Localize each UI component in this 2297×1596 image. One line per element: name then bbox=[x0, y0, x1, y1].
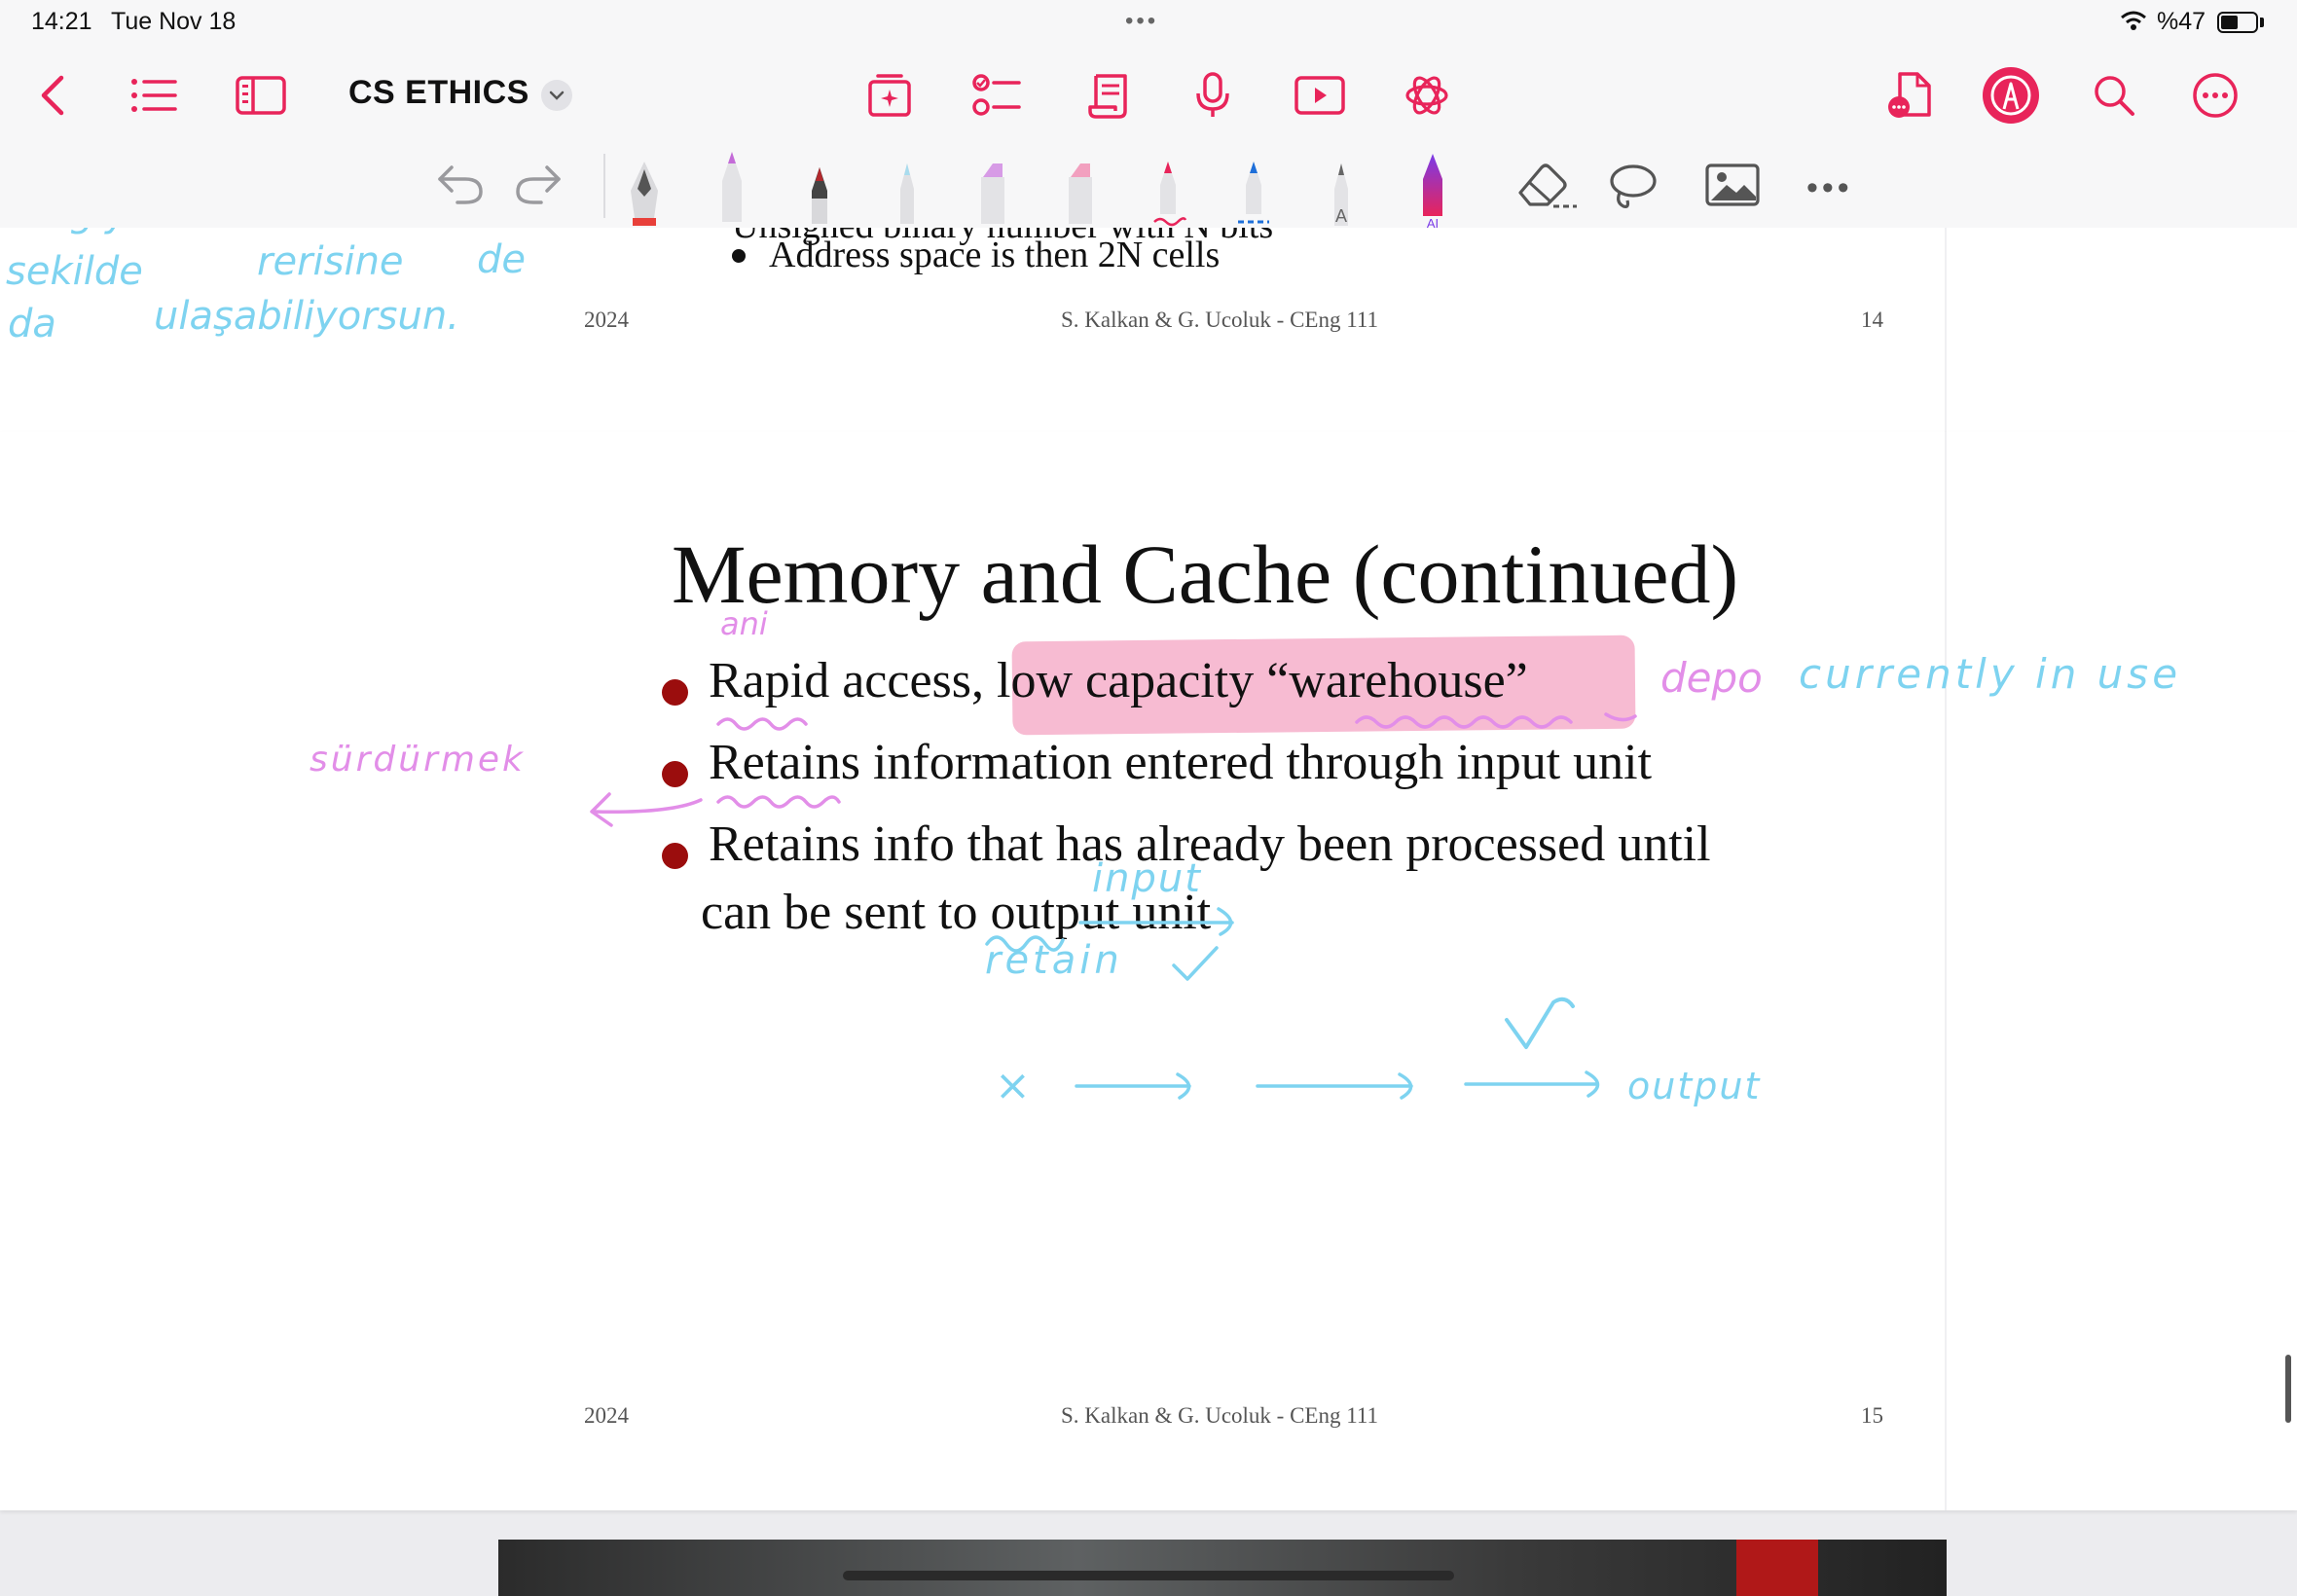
nav-bar: CS ETHICS bbox=[0, 45, 2297, 145]
wifi-icon bbox=[2120, 10, 2147, 36]
text-tool-icon[interactable]: A bbox=[1312, 150, 1370, 228]
drawing-toolbar: A AI ••• bbox=[0, 144, 2297, 229]
next-page-preview[interactable] bbox=[498, 1540, 1947, 1596]
list-icon[interactable] bbox=[125, 66, 183, 125]
status-bar: 14:21 Tue Nov 18 ••• %47 bbox=[0, 0, 2297, 45]
handwritten-note: bilgiyi similar o bbox=[23, 228, 318, 236]
sidebar-icon[interactable] bbox=[232, 66, 290, 125]
home-indicator[interactable] bbox=[843, 1571, 1454, 1580]
document-title[interactable]: CS ETHICS bbox=[348, 74, 529, 112]
handwritten-note: de bbox=[477, 237, 526, 282]
chevron-down-icon[interactable] bbox=[541, 80, 572, 111]
slide14-bullet: Address space is then 2N cells bbox=[769, 235, 1221, 275]
svg-text:A: A bbox=[1335, 206, 1347, 226]
pen-tool-blue-dashed-icon[interactable] bbox=[1224, 150, 1283, 228]
marker-tool-red-icon[interactable] bbox=[790, 150, 849, 228]
footer-year: 2024 bbox=[584, 1403, 629, 1428]
pen-mode-icon[interactable] bbox=[1982, 66, 2040, 125]
footer-page-number: 15 bbox=[1861, 1403, 1883, 1428]
handwritten-note: da bbox=[8, 302, 56, 346]
footer-authors: S. Kalkan & G. Ucoluk - CEng 111 bbox=[1061, 1403, 1379, 1428]
highlighter-tool-pink-icon[interactable] bbox=[1051, 150, 1110, 228]
lasso-icon[interactable] bbox=[1606, 160, 1659, 217]
footer-page-number: 14 bbox=[1861, 308, 1883, 332]
toolbar-divider bbox=[603, 154, 605, 218]
pencil-tool-purple-icon[interactable] bbox=[703, 150, 761, 228]
status-time: 14:21 bbox=[31, 8, 92, 35]
pen-tool-lightblue-icon[interactable] bbox=[878, 150, 936, 228]
search-icon[interactable] bbox=[2085, 66, 2143, 125]
next-page-red-block bbox=[1736, 1540, 1818, 1596]
bullet-dot bbox=[732, 249, 746, 263]
more-tools-icon[interactable]: ••• bbox=[1806, 169, 1853, 207]
highlighter-tool-purple-icon[interactable] bbox=[964, 150, 1022, 228]
microphone-icon[interactable] bbox=[1184, 66, 1242, 125]
chatgpt-icon[interactable] bbox=[1398, 66, 1456, 125]
fountain-pen-tool-icon[interactable] bbox=[615, 150, 674, 228]
document-info-icon[interactable] bbox=[1880, 66, 1939, 125]
handwritten-note: sekilde bbox=[6, 249, 143, 294]
eraser-icon[interactable] bbox=[1514, 162, 1579, 215]
pen-tool-pink-icon[interactable] bbox=[1139, 150, 1197, 228]
battery-tip bbox=[2260, 18, 2264, 27]
scroll-doc-icon[interactable] bbox=[1080, 66, 1139, 125]
document-canvas[interactable]: Unsigned binary number with N bits Addre… bbox=[0, 228, 2297, 1596]
handwritten-strokes bbox=[590, 712, 1637, 1100]
image-insert-icon[interactable] bbox=[1705, 163, 1760, 211]
ai-sparkle-page-icon[interactable] bbox=[860, 66, 919, 125]
status-date: Tue Nov 18 bbox=[111, 8, 237, 35]
undo-icon[interactable] bbox=[436, 160, 485, 211]
play-video-icon[interactable] bbox=[1291, 66, 1349, 125]
more-options-icon[interactable] bbox=[2186, 66, 2244, 125]
back-icon[interactable] bbox=[23, 66, 82, 125]
footer-authors: S. Kalkan & G. Ucoluk - CEng 111 bbox=[1061, 308, 1379, 332]
svg-text:AI: AI bbox=[1427, 216, 1439, 228]
checklist-icon[interactable] bbox=[967, 66, 1026, 125]
page-15[interactable]: Memory and Cache (continued) Rapid acces… bbox=[0, 432, 2297, 1510]
battery-icon bbox=[2217, 12, 2258, 33]
redo-icon[interactable] bbox=[514, 160, 563, 211]
ai-pen-tool-icon[interactable]: AI bbox=[1404, 150, 1462, 228]
battery-percent: %47 bbox=[2157, 8, 2206, 35]
scrollbar[interactable] bbox=[2285, 1355, 2291, 1423]
handwritten-note: rerisine bbox=[257, 239, 404, 284]
multitask-dots-icon[interactable]: ••• bbox=[1125, 8, 1158, 35]
handwritten-note: ulaşabiliyorsun. bbox=[154, 294, 459, 339]
footer-year: 2024 bbox=[584, 308, 629, 332]
